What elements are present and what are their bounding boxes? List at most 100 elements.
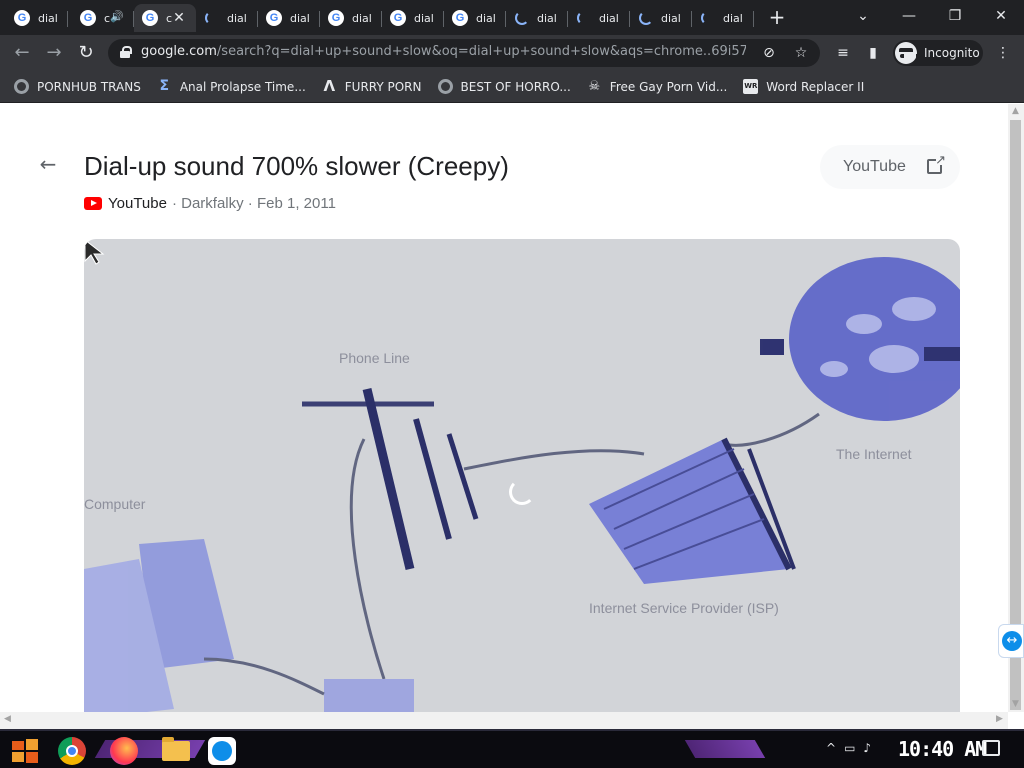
eye-off-icon[interactable]: ⊘ xyxy=(760,44,778,62)
audio-playing-icon[interactable]: 🔊 xyxy=(110,10,124,23)
tab-title: dial xyxy=(537,11,557,25)
bookmark-label: Word Replacer II xyxy=(766,79,865,94)
bookmark-item[interactable]: Σ Anal Prolapse Time... xyxy=(157,79,306,94)
volume-icon[interactable]: ♪ xyxy=(863,741,871,755)
video-meta: YouTube · Darkfalky · Feb 1, 2011 xyxy=(84,195,336,212)
tab-title: dial xyxy=(290,11,310,25)
close-tab-icon[interactable]: ✕ xyxy=(170,9,188,27)
incognito-label: Incognito xyxy=(924,46,980,60)
loading-icon xyxy=(577,11,591,25)
bookmark-item[interactable]: PORNHUB TRANS xyxy=(14,79,141,94)
browser-tab[interactable]: dial xyxy=(506,4,568,32)
back-button[interactable]: ← xyxy=(9,40,35,66)
side-panel-icon[interactable]: ▮ xyxy=(864,44,882,62)
tab-title: dial xyxy=(352,11,372,25)
network-icon[interactable]: ▭ xyxy=(844,741,855,755)
scroll-down-arrow-icon[interactable]: ▼ xyxy=(1012,699,1019,709)
ghost-icon: ☠ xyxy=(588,79,601,94)
bookmark-label: BEST OF HORRO... xyxy=(460,79,571,94)
bookmark-item[interactable]: WR Word Replacer II xyxy=(743,79,864,94)
bookmark-item[interactable]: ☠ Free Gay Porn Vid... xyxy=(587,79,727,94)
close-window-button[interactable]: ✕ xyxy=(978,3,1024,29)
browser-tab[interactable]: dial xyxy=(196,4,258,32)
chrome-icon[interactable] xyxy=(58,737,86,765)
incognito-indicator[interactable]: Incognito xyxy=(893,40,983,66)
label-isp: Internet Service Provider (ISP) xyxy=(589,600,779,616)
browser-toolbar: ← → ↻ google.com/search?q=dial+up+sound+… xyxy=(0,35,1024,71)
browser-tab[interactable]: dial xyxy=(382,4,444,32)
taskbar-clock[interactable]: 10:40 AM xyxy=(898,736,987,762)
bookmark-item[interactable]: BEST OF HORRO... xyxy=(437,79,571,94)
wr-icon: WR xyxy=(743,79,759,94)
tab-title: dial xyxy=(723,11,743,25)
windows-taskbar: ^ ▭ ♪ 10:40 AM xyxy=(0,729,1024,768)
video-player[interactable]: Phone Line Internet Service Provider (IS… xyxy=(84,239,960,712)
horizontal-scrollbar[interactable] xyxy=(0,712,1008,729)
url-text[interactable]: google.com/search?q=dial+up+sound+slow&o… xyxy=(141,44,746,59)
open-youtube-button[interactable]: YouTube xyxy=(820,145,960,189)
scroll-left-arrow-icon[interactable]: ◀ xyxy=(4,714,11,724)
globe-icon xyxy=(437,79,453,94)
bookmark-label: PORNHUB TRANS xyxy=(37,79,141,94)
tab-separator xyxy=(753,11,754,27)
label-computer: Computer xyxy=(84,496,146,512)
system-tray: ^ ▭ ♪ xyxy=(826,741,879,755)
open-youtube-label: YouTube xyxy=(843,158,906,175)
tab-search-button[interactable]: ⌄ xyxy=(840,3,886,29)
browser-tab[interactable]: 🔊c xyxy=(72,4,134,32)
google-icon xyxy=(142,10,158,26)
browser-tab[interactable]: dial xyxy=(692,4,754,32)
tab-title: dial xyxy=(476,11,496,25)
bookmark-item[interactable]: Λ FURRY PORN xyxy=(322,77,421,95)
browser-tab[interactable]: dial xyxy=(320,4,382,32)
minimize-button[interactable]: — xyxy=(886,3,932,29)
page-content: ← Dial-up sound 700% slower (Creepy) You… xyxy=(0,104,1008,712)
media-queue-icon[interactable]: ≡ xyxy=(834,44,852,62)
new-tab-button[interactable]: + xyxy=(766,6,788,28)
browser-tab[interactable]: dial xyxy=(6,4,68,32)
bookmark-star-icon[interactable]: ☆ xyxy=(792,44,810,62)
scroll-up-arrow-icon[interactable]: ▲ xyxy=(1012,106,1019,116)
sigma-icon: Σ xyxy=(159,78,170,94)
browser-tab[interactable]: c✕ xyxy=(134,4,196,32)
loading-icon xyxy=(205,11,219,25)
back-arrow-icon[interactable]: ← xyxy=(36,152,60,176)
url-host: google.com xyxy=(141,44,217,59)
firefox-icon[interactable] xyxy=(110,737,138,765)
notifications-icon[interactable] xyxy=(982,740,1000,756)
youtube-icon xyxy=(84,197,102,210)
reload-button[interactable]: ↻ xyxy=(73,40,99,66)
tray-chevron-icon[interactable]: ^ xyxy=(826,741,836,755)
browser-tab[interactable]: dial xyxy=(258,4,320,32)
menu-kebab-icon[interactable]: ⋮ xyxy=(994,44,1012,62)
google-icon xyxy=(80,10,96,26)
tab-title: dial xyxy=(227,11,247,25)
forward-button[interactable]: → xyxy=(41,40,67,66)
restore-button[interactable]: ❐ xyxy=(932,3,978,29)
tab-separator xyxy=(67,11,68,27)
label-internet: The Internet xyxy=(836,446,912,462)
file-explorer-icon[interactable] xyxy=(162,737,190,761)
bookmark-label: Free Gay Porn Vid... xyxy=(609,79,728,94)
lambda-icon: Λ xyxy=(323,77,336,95)
browser-tab[interactable]: dial xyxy=(630,4,692,32)
address-bar[interactable]: google.com/search?q=dial+up+sound+slow&o… xyxy=(108,39,820,67)
video-frame-illustration: Phone Line Internet Service Provider (IS… xyxy=(84,257,960,712)
mouse-pointer-icon xyxy=(84,239,105,265)
browser-tab[interactable]: dial xyxy=(444,4,506,32)
teamviewer-taskbar-icon[interactable] xyxy=(208,737,236,765)
bookmark-label: Anal Prolapse Time... xyxy=(179,79,306,94)
start-button[interactable] xyxy=(8,737,42,765)
teamviewer-widget[interactable] xyxy=(998,624,1024,658)
video-title: Dial-up sound 700% slower (Creepy) xyxy=(84,151,509,181)
google-icon xyxy=(390,10,406,26)
tab-title: dial xyxy=(661,11,681,25)
google-icon xyxy=(328,10,344,26)
vertical-scroll-thumb[interactable] xyxy=(1010,120,1021,710)
internet-globe xyxy=(789,257,960,421)
browser-tab[interactable]: dial xyxy=(568,4,630,32)
google-icon xyxy=(452,10,468,26)
video-source[interactable]: YouTube xyxy=(108,195,167,212)
scroll-right-arrow-icon[interactable]: ▶ xyxy=(996,714,1003,724)
tab-title: dial xyxy=(599,11,619,25)
